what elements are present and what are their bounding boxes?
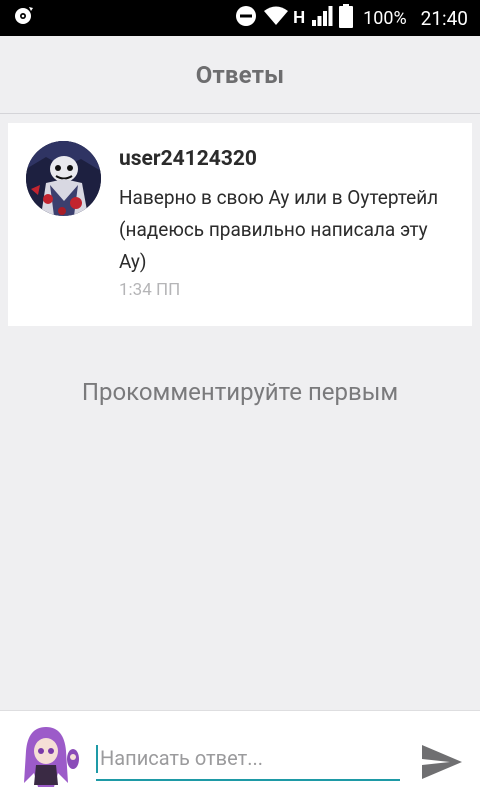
app-bar: Ответы — [0, 36, 480, 114]
comment-body: user24124320 Наверно в свою Ау или в Оут… — [119, 147, 456, 300]
comment-card[interactable]: user24124320 Наверно в свою Ау или в Оут… — [8, 123, 472, 326]
reply-composer — [0, 710, 480, 800]
wifi-icon — [263, 5, 289, 32]
send-icon — [422, 745, 462, 779]
status-left — [12, 4, 36, 32]
reply-input[interactable] — [96, 737, 400, 781]
status-right: H 100% 21:40 — [235, 3, 468, 33]
battery-percent: 100% — [363, 7, 407, 29]
battery-icon — [339, 3, 354, 33]
comment-text: Наверно в свою Ау или в Оутертейл (надею… — [119, 186, 439, 273]
status-bar: H 100% 21:40 — [0, 0, 480, 36]
media-sync-icon — [12, 4, 36, 32]
do-not-disturb-icon — [235, 5, 257, 32]
text-cursor — [96, 745, 98, 773]
user-avatar[interactable] — [18, 723, 80, 789]
comment-username[interactable]: user24124320 — [119, 147, 456, 171]
send-button[interactable] — [420, 743, 464, 781]
network-type: H — [293, 8, 306, 28]
comment-timestamp: 1:34 ПП — [119, 280, 181, 300]
cellular-signal-icon — [311, 5, 333, 32]
page-title: Ответы — [195, 60, 285, 89]
avatar[interactable] — [26, 141, 101, 216]
status-clock: 21:40 — [420, 6, 468, 30]
empty-replies-message: Прокомментируйте первым — [81, 378, 399, 406]
